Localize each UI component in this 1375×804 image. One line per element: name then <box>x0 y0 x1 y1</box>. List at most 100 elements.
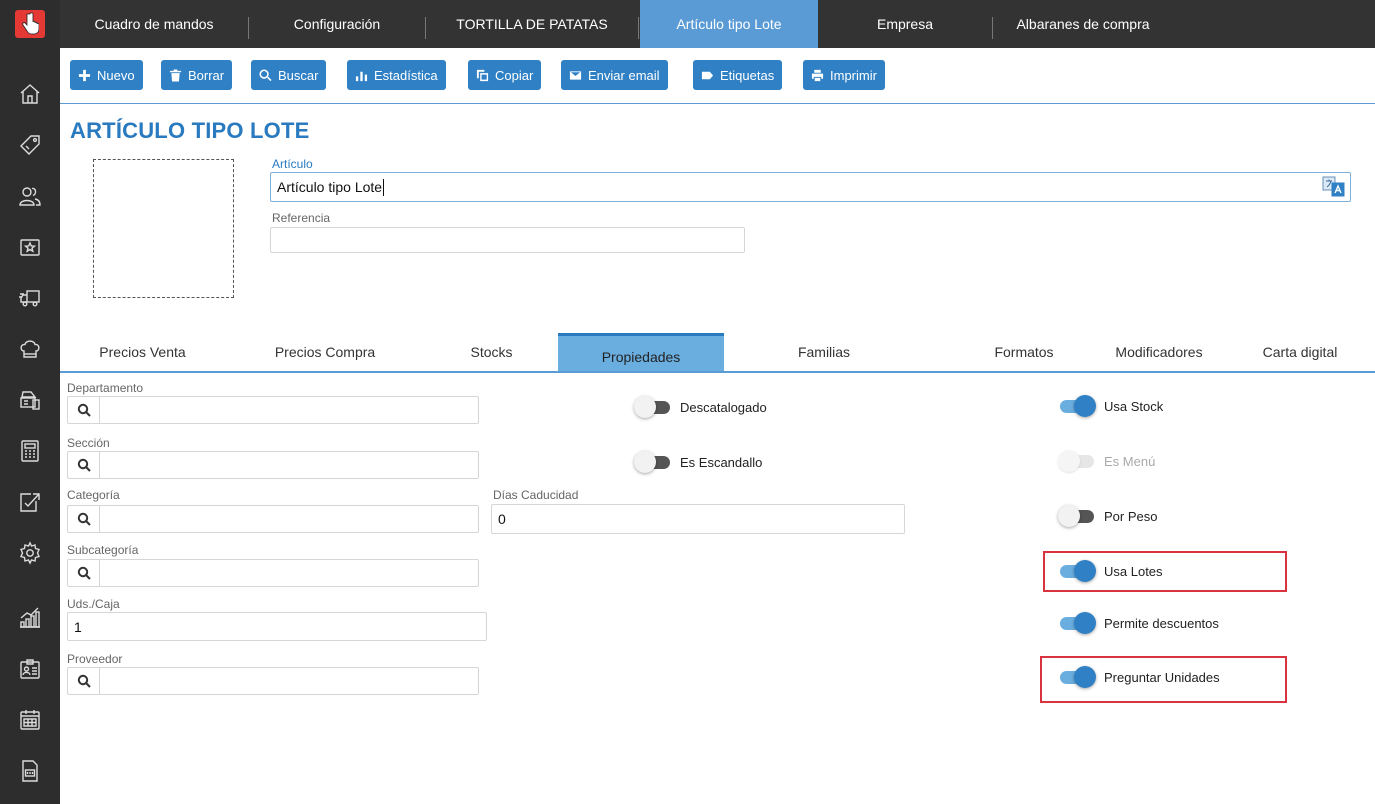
search-icon[interactable] <box>68 506 100 532</box>
labels-button[interactable]: Etiquetas <box>693 60 783 90</box>
search-icon[interactable] <box>68 452 100 478</box>
statistics-button[interactable]: Estadística <box>347 60 446 90</box>
tab-separator <box>638 17 639 39</box>
usa-stock-toggle[interactable]: Usa Stock <box>1058 395 1163 417</box>
print-button-label: Imprimir <box>830 67 877 83</box>
tab-albaranes-de-compra[interactable]: Albaranes de compra <box>993 0 1173 48</box>
settings-icon[interactable] <box>15 538 45 568</box>
new-button[interactable]: Nuevo <box>70 60 143 90</box>
search-button[interactable]: Buscar <box>251 60 327 90</box>
permite-descuentos-toggle[interactable]: Permite descuentos <box>1058 612 1219 634</box>
seccion-input[interactable] <box>67 451 479 479</box>
sidebar <box>0 0 60 804</box>
chef-hat-icon[interactable] <box>15 334 45 364</box>
seccion-label: Sección <box>67 436 110 450</box>
home-icon[interactable] <box>15 79 45 109</box>
proveedor-input[interactable] <box>67 667 479 695</box>
tag-icon[interactable] <box>15 130 45 160</box>
tab-configuracion[interactable]: Configuración <box>249 0 425 48</box>
search-button-label: Buscar <box>278 67 319 83</box>
id-card-icon[interactable] <box>15 654 45 684</box>
tab-empresa[interactable]: Empresa <box>818 0 992 48</box>
product-image-placeholder[interactable] <box>93 159 234 298</box>
print-button[interactable]: Imprimir <box>803 60 885 90</box>
departamento-input[interactable] <box>67 396 479 424</box>
plus-icon <box>78 69 91 81</box>
tab-precios-compra[interactable]: Precios Compra <box>225 333 425 371</box>
tab-propiedades[interactable]: Propiedades <box>558 333 724 371</box>
articulo-input[interactable]: Artículo tipo Lote <box>270 172 1351 202</box>
translate-icon[interactable] <box>1322 176 1346 198</box>
tab-tortilla-de-patatas[interactable]: TORTILLA DE PATATAS <box>426 0 638 48</box>
toggle-switch <box>1058 450 1096 472</box>
labels-button-label: Etiquetas <box>720 67 775 83</box>
document-icon[interactable] <box>15 756 45 786</box>
es-menu-label: Es Menú <box>1104 453 1156 469</box>
toggle-switch[interactable] <box>634 451 672 473</box>
es-escandallo-label: Es Escandallo <box>680 454 763 470</box>
app-logo[interactable] <box>0 0 60 48</box>
descatalogado-label: Descatalogado <box>680 399 767 415</box>
tab-modificadores[interactable]: Modificadores <box>1089 333 1229 371</box>
send-email-button[interactable]: Enviar email <box>561 60 668 90</box>
dias-caducidad-input[interactable]: 0 <box>491 504 905 534</box>
hand-pointer-icon <box>22 12 39 35</box>
truck-icon[interactable] <box>15 283 45 313</box>
es-escandallo-toggle[interactable]: Es Escandallo <box>634 451 762 473</box>
highlight-box <box>1040 656 1287 703</box>
search-icon[interactable] <box>68 397 100 423</box>
new-button-label: Nuevo <box>97 67 135 83</box>
tab-stocks[interactable]: Stocks <box>425 333 558 371</box>
tab-precios-venta[interactable]: Precios Venta <box>60 333 225 371</box>
property-tabs: Precios Venta Precios Compra Stocks Prop… <box>60 333 1375 373</box>
edit-export-icon[interactable] <box>15 487 45 517</box>
categoria-label: Categoría <box>67 488 120 502</box>
tab-familias[interactable]: Familias <box>724 333 924 371</box>
usa-stock-label: Usa Stock <box>1104 398 1164 414</box>
subcategoria-input[interactable] <box>67 559 479 587</box>
tab-carta-digital[interactable]: Carta digital <box>1230 333 1370 371</box>
search-icon[interactable] <box>68 560 100 586</box>
por-peso-label: Por Peso <box>1104 508 1158 524</box>
printer-icon <box>811 69 824 81</box>
articulo-value: Artículo tipo Lote <box>277 179 383 195</box>
text-caret <box>383 178 385 196</box>
delete-button-label: Borrar <box>188 67 225 83</box>
uds-caja-input[interactable]: 1 <box>67 612 487 641</box>
star-card-icon[interactable] <box>15 232 45 262</box>
articulo-label: Artículo <box>272 157 313 171</box>
toolbar: Nuevo Borrar Buscar Estadística Copiar E… <box>60 48 1375 104</box>
toggle-switch[interactable] <box>634 396 672 418</box>
delete-button[interactable]: Borrar <box>161 60 233 90</box>
top-tab-bar: Cuadro de mandos Configuración TORTILLA … <box>60 0 1375 48</box>
subcategoria-label: Subcategoría <box>67 543 139 557</box>
app-window: Cuadro de mandos Configuración TORTILLA … <box>0 0 1375 804</box>
uds-caja-label: Uds./Caja <box>67 597 120 611</box>
toggle-switch[interactable] <box>1058 395 1096 417</box>
send-email-button-label: Enviar email <box>588 67 660 83</box>
cash-register-icon[interactable] <box>15 385 45 415</box>
label-tag-icon <box>701 71 714 79</box>
proveedor-label: Proveedor <box>67 652 123 666</box>
page-title: ARTÍCULO TIPO LOTE <box>70 118 310 143</box>
copy-icon <box>476 69 489 81</box>
calculator-icon[interactable] <box>15 436 45 466</box>
dias-caducidad-label: Días Caducidad <box>493 488 579 502</box>
search-icon[interactable] <box>68 668 100 694</box>
toggle-switch[interactable] <box>1058 612 1096 634</box>
departamento-label: Departamento <box>67 381 144 395</box>
stats-chart-icon[interactable] <box>15 603 45 633</box>
descatalogado-toggle[interactable]: Descatalogado <box>634 396 767 418</box>
users-icon[interactable] <box>15 181 45 211</box>
referencia-input[interactable] <box>270 227 745 253</box>
tab-articulo-tipo-lote[interactable]: Artículo tipo Lote <box>640 0 818 48</box>
trash-icon <box>169 68 182 82</box>
calendar-icon[interactable] <box>15 705 45 735</box>
categoria-input[interactable] <box>67 505 479 533</box>
por-peso-toggle[interactable]: Por Peso <box>1058 505 1157 527</box>
statistics-button-label: Estadística <box>374 67 438 83</box>
envelope-icon <box>569 70 582 80</box>
tab-cuadro-de-mandos[interactable]: Cuadro de mandos <box>60 0 248 48</box>
toggle-switch[interactable] <box>1058 505 1096 527</box>
copy-button[interactable]: Copiar <box>468 60 542 90</box>
